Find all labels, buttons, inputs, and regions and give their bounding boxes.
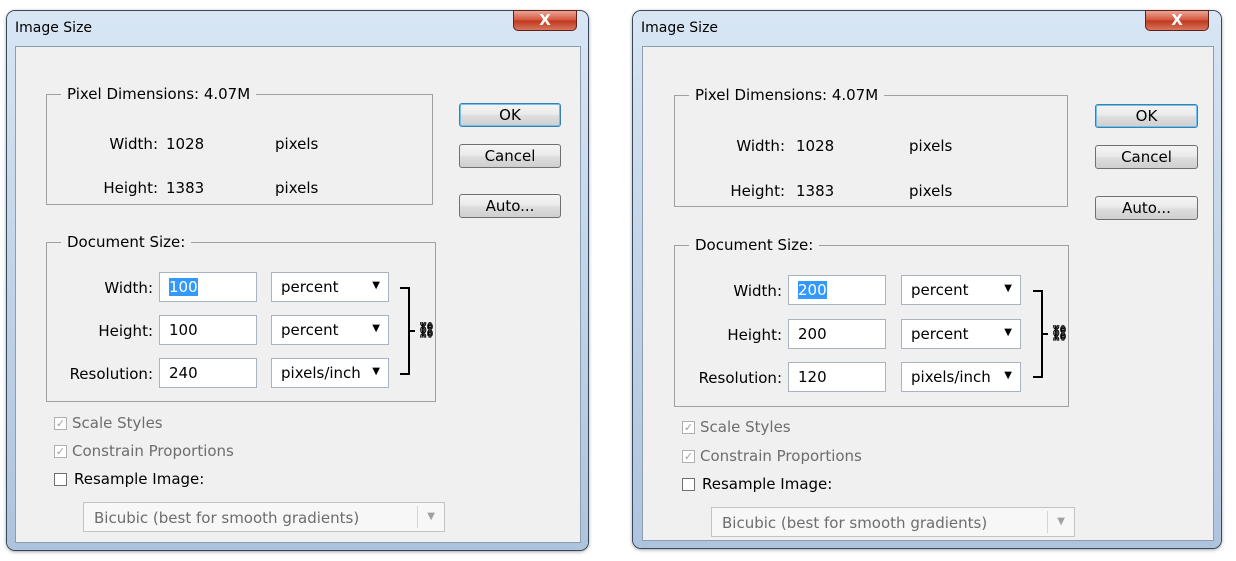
- chevron-down-icon: ▼: [427, 511, 435, 522]
- chevron-down-icon: ▼: [1057, 516, 1065, 527]
- combo-divider: [417, 506, 418, 528]
- pixel-height-value: 1383: [796, 182, 835, 200]
- ok-button[interactable]: OK: [1095, 104, 1198, 128]
- doc-width-input[interactable]: 100: [159, 272, 257, 302]
- resample-image-checkbox[interactable]: [54, 473, 67, 486]
- dialog-title: Image Size: [641, 20, 719, 36]
- bracket-tick: [410, 330, 415, 332]
- cancel-button[interactable]: Cancel: [459, 144, 561, 168]
- scale-styles-label: Scale Styles: [700, 418, 791, 436]
- doc-width-label: Width:: [733, 282, 782, 300]
- pixel-width-value: 1028: [166, 135, 205, 153]
- auto-button[interactable]: Auto...: [1095, 196, 1198, 220]
- resample-image-label: Resample Image:: [74, 470, 205, 488]
- constrain-bracket: [1033, 290, 1043, 378]
- interpolation-value: Bicubic (best for smooth gradients): [94, 509, 360, 527]
- chevron-down-icon: ▼: [372, 280, 380, 291]
- close-button[interactable]: X: [1145, 10, 1209, 31]
- doc-width-value: 100: [169, 278, 198, 296]
- chevron-down-icon: ▼: [1004, 327, 1012, 338]
- resample-image-label: Resample Image:: [702, 475, 833, 493]
- pixel-dimensions-legend: Pixel Dimensions: 4.07M: [689, 86, 885, 104]
- scale-styles-checkbox[interactable]: ✓: [54, 417, 67, 430]
- resolution-input[interactable]: 120: [788, 362, 886, 392]
- chain-link-icon: ⛓: [417, 321, 437, 339]
- resolution-value: 120: [798, 368, 827, 386]
- combo-divider: [1047, 511, 1048, 533]
- cancel-button[interactable]: Cancel: [1095, 145, 1198, 169]
- pixel-dimensions-legend: Pixel Dimensions: 4.07M: [61, 85, 257, 103]
- image-size-dialog-right: Image Size X Pixel Dimensions: 4.07M Wid…: [633, 10, 1221, 548]
- title-bar[interactable]: Image Size X: [633, 10, 1221, 47]
- doc-width-unit: percent: [911, 281, 969, 299]
- resample-image-checkbox[interactable]: [682, 478, 695, 491]
- doc-width-unit: percent: [281, 278, 339, 296]
- doc-height-unit: percent: [281, 321, 339, 339]
- scale-styles-checkbox[interactable]: ✓: [682, 421, 695, 434]
- image-size-dialog-left: Image Size X Pixel Dimensions: 4.07M Wid…: [7, 10, 588, 550]
- pixel-width-unit: pixels: [275, 135, 319, 153]
- bracket-tick: [1043, 333, 1048, 335]
- chain-link-icon: ⛓: [1050, 324, 1070, 342]
- dialog-body: Pixel Dimensions: 4.07M Width: 1028 pixe…: [642, 46, 1214, 541]
- constrain-proportions-checkbox[interactable]: ✓: [682, 450, 695, 463]
- interpolation-value: Bicubic (best for smooth gradients): [722, 514, 988, 532]
- close-icon: X: [1171, 11, 1183, 29]
- pixel-width-value: 1028: [796, 137, 835, 155]
- pixel-height-value: 1383: [166, 179, 205, 197]
- doc-height-unit: percent: [911, 325, 969, 343]
- doc-height-unit-select[interactable]: percent ▼: [271, 315, 389, 345]
- scale-styles-label: Scale Styles: [72, 414, 163, 432]
- resolution-unit-select[interactable]: pixels/inch ▼: [901, 362, 1021, 392]
- chevron-down-icon: ▼: [372, 323, 380, 334]
- pixel-height-label: Height:: [730, 182, 785, 200]
- doc-width-unit-select[interactable]: percent ▼: [271, 272, 389, 302]
- auto-button[interactable]: Auto...: [459, 194, 561, 218]
- constrain-proportions-checkbox[interactable]: ✓: [54, 445, 67, 458]
- doc-width-label: Width:: [104, 279, 153, 297]
- pixel-width-unit: pixels: [909, 137, 953, 155]
- interpolation-select[interactable]: Bicubic (best for smooth gradients) ▼: [711, 507, 1075, 537]
- pixel-height-label: Height:: [103, 179, 158, 197]
- interpolation-select[interactable]: Bicubic (best for smooth gradients) ▼: [83, 502, 445, 532]
- resolution-value: 240: [169, 364, 198, 382]
- document-size-legend: Document Size:: [61, 233, 192, 251]
- close-button[interactable]: X: [513, 10, 577, 31]
- doc-height-label: Height:: [98, 322, 153, 340]
- chevron-down-icon: ▼: [1004, 370, 1012, 381]
- doc-height-value: 200: [798, 325, 827, 343]
- resolution-label: Resolution:: [69, 365, 153, 383]
- doc-height-label: Height:: [727, 326, 782, 344]
- pixel-width-label: Width:: [109, 135, 158, 153]
- pixel-height-unit: pixels: [909, 182, 953, 200]
- doc-height-unit-select[interactable]: percent ▼: [901, 319, 1021, 349]
- doc-height-input[interactable]: 100: [159, 315, 257, 345]
- constrain-bracket: [400, 287, 410, 375]
- constrain-proportions-label: Constrain Proportions: [700, 447, 862, 465]
- resolution-input[interactable]: 240: [159, 358, 257, 388]
- close-icon: X: [539, 11, 551, 29]
- title-bar[interactable]: Image Size X: [7, 10, 588, 47]
- resolution-unit-select[interactable]: pixels/inch ▼: [271, 358, 389, 388]
- document-size-legend: Document Size:: [689, 236, 820, 254]
- doc-width-value: 200: [798, 281, 827, 299]
- dialog-title: Image Size: [15, 20, 93, 36]
- doc-height-value: 100: [169, 321, 198, 339]
- dialog-body: Pixel Dimensions: 4.07M Width: 1028 pixe…: [15, 46, 581, 543]
- ok-button[interactable]: OK: [459, 103, 561, 127]
- pixel-height-unit: pixels: [275, 179, 319, 197]
- resolution-unit: pixels/inch: [911, 368, 991, 386]
- doc-width-unit-select[interactable]: percent ▼: [901, 275, 1021, 305]
- resolution-label: Resolution:: [698, 369, 782, 387]
- resolution-unit: pixels/inch: [281, 364, 361, 382]
- chevron-down-icon: ▼: [1004, 283, 1012, 294]
- pixel-width-label: Width:: [736, 137, 785, 155]
- constrain-proportions-label: Constrain Proportions: [72, 442, 234, 460]
- doc-width-input[interactable]: 200: [788, 275, 886, 305]
- doc-height-input[interactable]: 200: [788, 319, 886, 349]
- chevron-down-icon: ▼: [372, 366, 380, 377]
